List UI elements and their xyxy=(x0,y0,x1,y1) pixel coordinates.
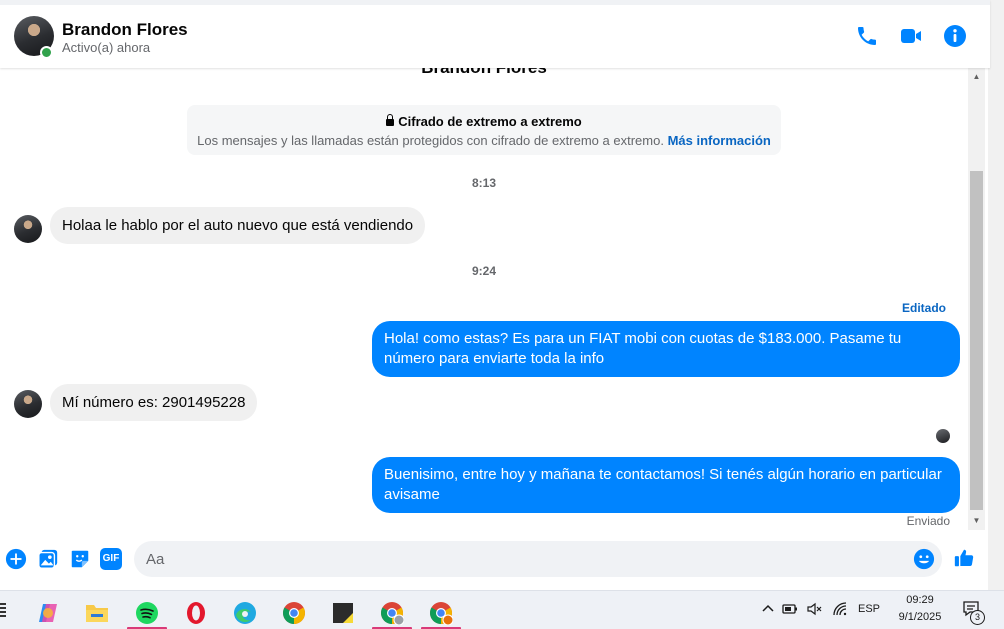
sticker-icon[interactable] xyxy=(69,548,91,570)
copilot-icon xyxy=(39,604,57,622)
file-explorer-app[interactable] xyxy=(77,596,117,629)
language-indicator[interactable]: ESP xyxy=(858,603,880,615)
lock-icon xyxy=(386,114,395,126)
chevron-up-icon[interactable] xyxy=(760,601,776,617)
outgoing-message[interactable]: Hola! como estas? Es para un FIAT mobi c… xyxy=(372,321,960,377)
scrollbar-thumb[interactable] xyxy=(970,171,983,510)
opera-app[interactable] xyxy=(176,596,216,629)
sticky-notes-icon xyxy=(333,603,353,623)
incoming-message[interactable]: Mí número es: 2901495228 xyxy=(50,384,258,421)
sender-avatar[interactable] xyxy=(14,390,42,418)
edited-label[interactable]: Editado xyxy=(902,301,946,315)
outgoing-message[interactable]: Buenisimo, entre hoy y mañana te contact… xyxy=(372,457,960,513)
edge-app[interactable] xyxy=(225,596,265,629)
chrome-app[interactable] xyxy=(274,596,314,629)
video-icon[interactable] xyxy=(899,24,923,48)
like-icon[interactable] xyxy=(953,547,975,569)
chrome-profile-app[interactable] xyxy=(372,596,412,629)
online-indicator xyxy=(40,46,53,59)
contact-name[interactable]: Brandon Flores xyxy=(62,20,188,40)
windows-taskbar: ESP 09:29 9/1/2025 3 xyxy=(0,590,1004,629)
battery-icon[interactable] xyxy=(782,601,798,617)
sent-status: Enviado xyxy=(906,514,950,528)
scroll-up-arrow[interactable]: ▲ xyxy=(970,71,983,83)
task-view-icon[interactable] xyxy=(0,603,6,617)
volume-muted-icon[interactable] xyxy=(806,601,822,617)
sender-avatar[interactable] xyxy=(14,215,42,243)
timestamp: 9:24 xyxy=(471,264,497,278)
contact-status: Activo(a) ahora xyxy=(62,40,151,55)
encryption-text: Los mensajes y las llamadas están proteg… xyxy=(197,133,664,148)
copilot-app[interactable] xyxy=(28,596,68,629)
info-icon[interactable] xyxy=(943,24,967,48)
timestamp: 8:13 xyxy=(471,176,497,190)
gif-icon[interactable]: GIF xyxy=(100,548,122,570)
clock-date[interactable]: 9/1/2025 xyxy=(893,611,947,623)
opera-icon xyxy=(187,602,205,624)
message-input[interactable] xyxy=(134,541,942,577)
sticky-notes-app[interactable] xyxy=(323,596,363,629)
scroll-down-arrow[interactable]: ▼ xyxy=(970,515,983,527)
image-icon[interactable] xyxy=(37,548,59,570)
spotify-app[interactable] xyxy=(127,596,167,629)
page-scrollbar[interactable] xyxy=(988,0,1004,590)
encryption-notice: Cifrado de extremo a extremo Los mensaje… xyxy=(187,105,781,155)
incoming-message[interactable]: Holaa le hablo por el auto nuevo que est… xyxy=(50,207,426,244)
chrome-icon xyxy=(283,602,305,624)
spotify-icon xyxy=(136,602,158,624)
chat-header: Brandon Flores Activo(a) ahora xyxy=(0,0,990,68)
chrome-icon xyxy=(381,602,404,625)
edge-icon xyxy=(234,602,256,624)
message-composer: GIF xyxy=(0,530,988,588)
more-info-link[interactable]: Más información xyxy=(668,133,771,148)
phone-icon[interactable] xyxy=(855,24,879,48)
chrome-icon xyxy=(430,602,453,625)
wifi-icon[interactable] xyxy=(832,601,848,617)
notification-count-badge: 3 xyxy=(970,610,985,625)
emoji-icon[interactable] xyxy=(913,548,935,570)
message-list[interactable]: Brandon Flores Cifrado de extremo a extr… xyxy=(0,68,968,530)
encryption-title: Cifrado de extremo a extremo xyxy=(398,114,582,129)
seen-avatar xyxy=(936,429,950,443)
conversation-title: Brandon Flores xyxy=(0,68,968,78)
folder-icon xyxy=(86,605,108,622)
clock-time[interactable]: 09:29 xyxy=(896,594,944,606)
chrome-profile-app-2[interactable] xyxy=(421,596,461,629)
plus-icon[interactable] xyxy=(5,548,27,570)
